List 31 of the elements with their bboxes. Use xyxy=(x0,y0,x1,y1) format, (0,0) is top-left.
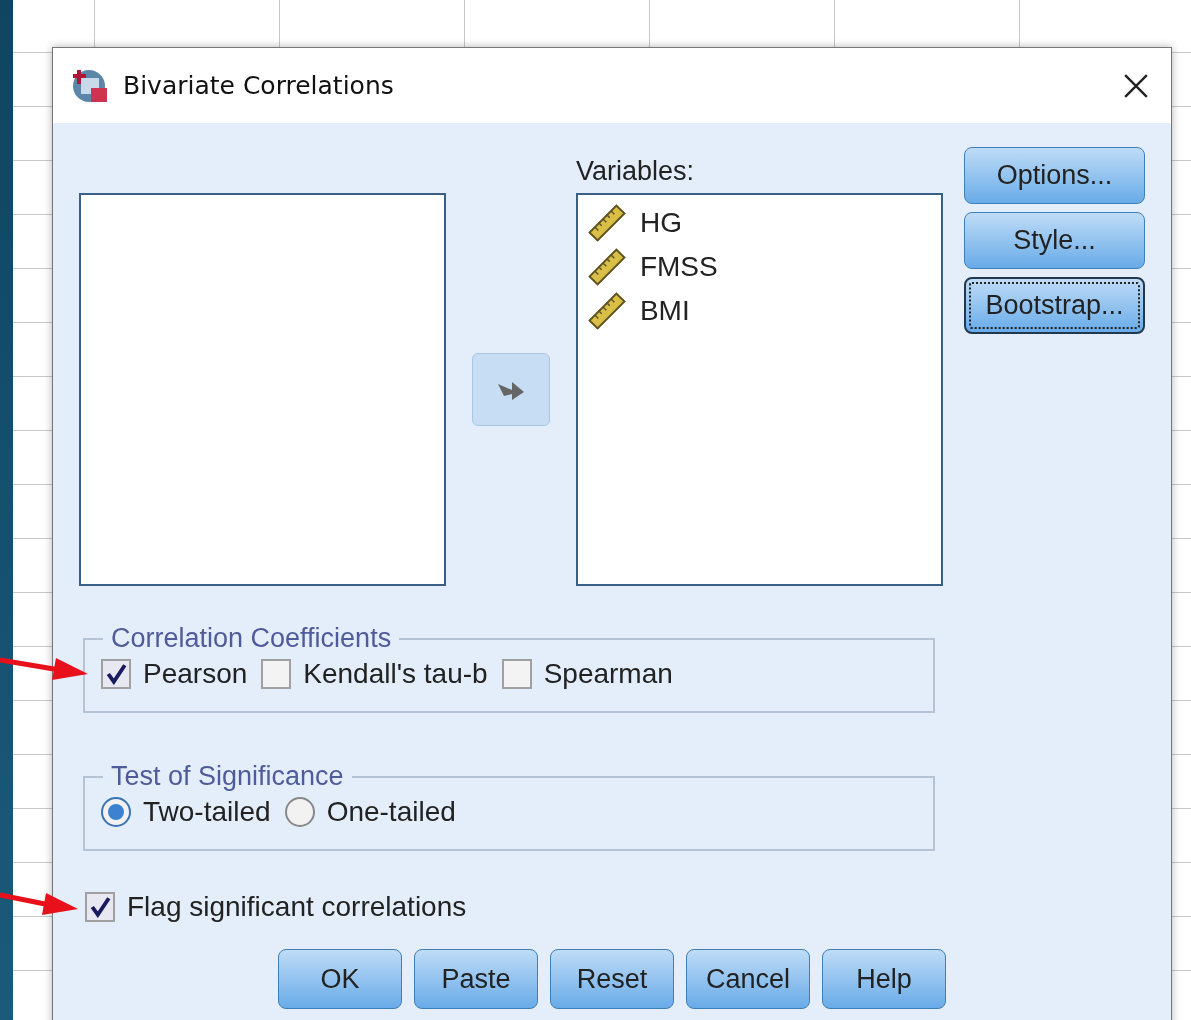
source-list[interactable] xyxy=(79,193,447,586)
close-icon[interactable] xyxy=(1123,72,1149,99)
checkbox[interactable] xyxy=(261,659,292,689)
group-title: Correlation Coefficients xyxy=(110,623,393,654)
radio-button[interactable] xyxy=(101,797,131,827)
variable-item[interactable]: HG xyxy=(639,207,682,239)
dialog-button[interactable]: Cancel xyxy=(686,949,810,1009)
checkbox[interactable] xyxy=(85,892,115,922)
variables-label: Variables: xyxy=(575,155,695,188)
checkbox-label[interactable]: Flag significant correlations xyxy=(127,891,467,923)
move-button[interactable] xyxy=(472,353,550,426)
dialog-button[interactable]: Help xyxy=(822,949,946,1009)
group-title: Test of Significance xyxy=(110,761,345,792)
dialog-button[interactable]: Style... xyxy=(964,212,1145,269)
variable-item[interactable]: BMI xyxy=(639,295,690,327)
checkbox[interactable] xyxy=(101,659,131,689)
dialog-button[interactable]: Options... xyxy=(964,147,1145,204)
window-title: Bivariate Correlations xyxy=(123,71,395,100)
checkbox-label[interactable]: Pearson xyxy=(143,658,248,690)
radio-label[interactable]: Two-tailed xyxy=(143,796,271,828)
checkbox-label[interactable]: Kendall's tau-b xyxy=(303,658,488,690)
variables-list[interactable]: HG FMSS BMI xyxy=(575,193,943,586)
radio-button[interactable] xyxy=(284,797,315,827)
variable-item[interactable]: FMSS xyxy=(639,251,718,283)
checkbox-label[interactable]: Spearman xyxy=(543,658,673,690)
dialog-button[interactable]: Paste xyxy=(414,949,538,1009)
dialog-button[interactable]: Reset xyxy=(550,949,674,1009)
checkbox[interactable] xyxy=(501,659,532,689)
dialog-button[interactable]: OK xyxy=(278,949,402,1009)
dialog-button[interactable]: Bootstrap... xyxy=(964,277,1145,334)
radio-label[interactable]: One-tailed xyxy=(326,796,456,828)
